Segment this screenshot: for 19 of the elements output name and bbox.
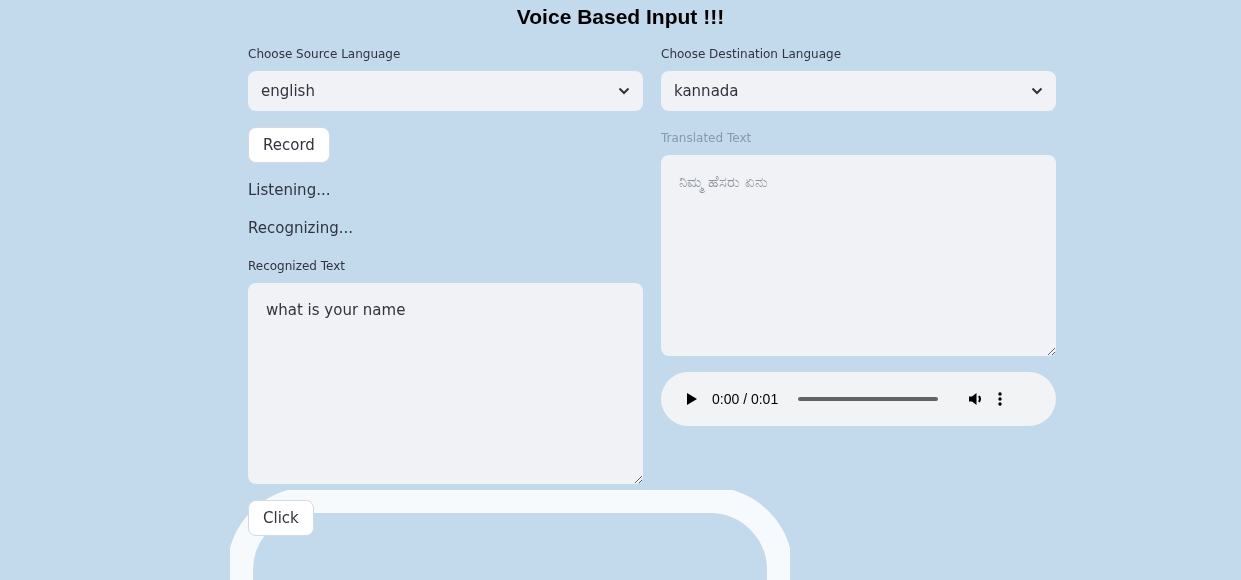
chevron-down-icon [618,87,630,95]
click-button[interactable]: Click [248,500,314,536]
status-text: Listening... [248,181,331,201]
chevron-down-icon [1031,87,1043,95]
recognized-text-area[interactable]: what is your name [248,283,643,484]
source-language-select[interactable]: english [248,71,643,111]
field-label: Choose Source Language [248,47,401,63]
field-label: Translated Text [661,131,752,147]
record-button[interactable]: Record [248,127,330,163]
status-text: Recognizing... [248,219,353,239]
destination-language-select[interactable]: kannada [661,71,1056,111]
more-options-icon[interactable] [998,392,1003,406]
audio-player[interactable]: 0:00 / 0:01 [661,372,1056,426]
audio-progress-track[interactable] [798,397,939,401]
field-label: Choose Destination Language [661,47,841,63]
audio-time: 0:00 / 0:01 [712,391,779,407]
page-title: Voice Based Input !!! [515,4,726,30]
field-label: Recognized Text [248,259,346,275]
play-icon[interactable] [686,392,698,406]
